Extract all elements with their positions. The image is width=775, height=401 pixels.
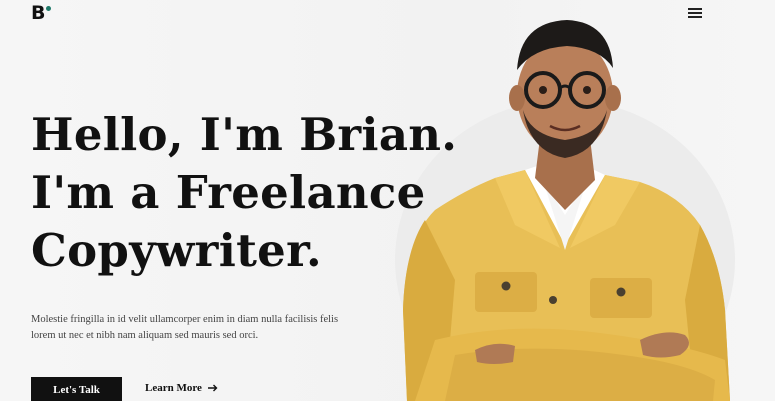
page: B Hello, I'm Brian. I'm a Freelance Copy… [0, 0, 775, 401]
logo-accent-dot [46, 6, 52, 11]
headline-line-1: Hello, I'm Brian. [31, 108, 458, 161]
hero-headline: Hello, I'm Brian. I'm a Freelance Copywr… [31, 106, 457, 280]
arrow-right-icon [207, 384, 218, 392]
hero-description: Molestie fringilla in id velit ullamcorp… [31, 314, 339, 341]
headline-line-2: I'm a Freelance [31, 166, 426, 219]
learn-more-label: Learn More [145, 382, 202, 394]
lets-talk-button[interactable]: Let's Talk [31, 377, 122, 401]
logo-letter: B [31, 2, 46, 24]
site-logo[interactable]: B [31, 2, 52, 24]
learn-more-link[interactable]: Learn More [145, 382, 218, 394]
headline-line-3: Copywriter. [31, 224, 322, 277]
